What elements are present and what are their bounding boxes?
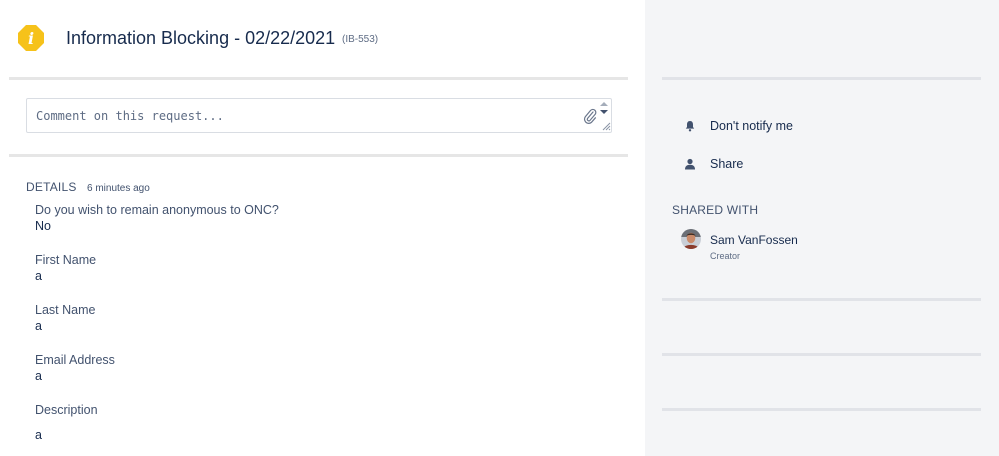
field-label: Email Address [35,353,115,367]
action-label: Share [710,157,744,171]
detail-field: First Name a [35,252,96,284]
detail-field: Description a [35,402,98,443]
divider [9,77,628,80]
field-label: First Name [35,253,97,267]
details-timestamp: 6 minutes ago [86,183,150,194]
field-value: a [35,319,42,333]
shared-with-heading: SHARED WITH [672,203,759,217]
divider [9,154,628,157]
field-label: Do you wish to remain anonymous to ONC? [35,203,279,217]
scroll-arrows-icon[interactable] [598,101,610,115]
paperclip-icon[interactable] [583,108,597,124]
field-value: a [35,369,42,383]
sidebar-divider [662,298,981,301]
comment-input[interactable] [27,99,577,132]
sidebar-divider [662,408,981,411]
field-label: Description [35,403,98,417]
field-value: a [35,428,42,442]
request-sidebar: Don't notify me Share SHARED WITH Sam Va… [645,0,999,456]
person-role: Creator [710,251,741,261]
comment-box [26,98,612,133]
detail-field: Email Address a [35,352,115,384]
person-icon [685,158,695,170]
request-main-panel: i Information Blocking - 02/22/2021 (IB-… [0,0,645,456]
person-name[interactable]: Sam VanFossen [710,233,798,247]
detail-field: Do you wish to remain anonymous to ONC? … [35,202,279,234]
request-title: Information Blocking - 02/22/2021 [66,28,336,48]
share-button[interactable]: Share [684,155,743,173]
details-label: DETAILS [26,180,77,194]
avatar[interactable] [681,229,701,249]
bell-icon [685,121,695,132]
sidebar-divider [662,77,981,80]
field-value: a [35,269,42,283]
action-label: Don't notify me [710,119,793,133]
request-key: (IB-553) [342,34,379,45]
svg-text:i: i [28,29,34,48]
field-label: Last Name [35,303,96,317]
field-value: No [35,219,51,233]
info-icon: i [18,25,44,51]
resize-handle-icon[interactable] [601,121,611,131]
detail-field: Last Name a [35,302,95,334]
details-header: DETAILS 6 minutes ago [26,178,150,196]
sidebar-divider [662,353,981,356]
dont-notify-button[interactable]: Don't notify me [684,117,793,135]
